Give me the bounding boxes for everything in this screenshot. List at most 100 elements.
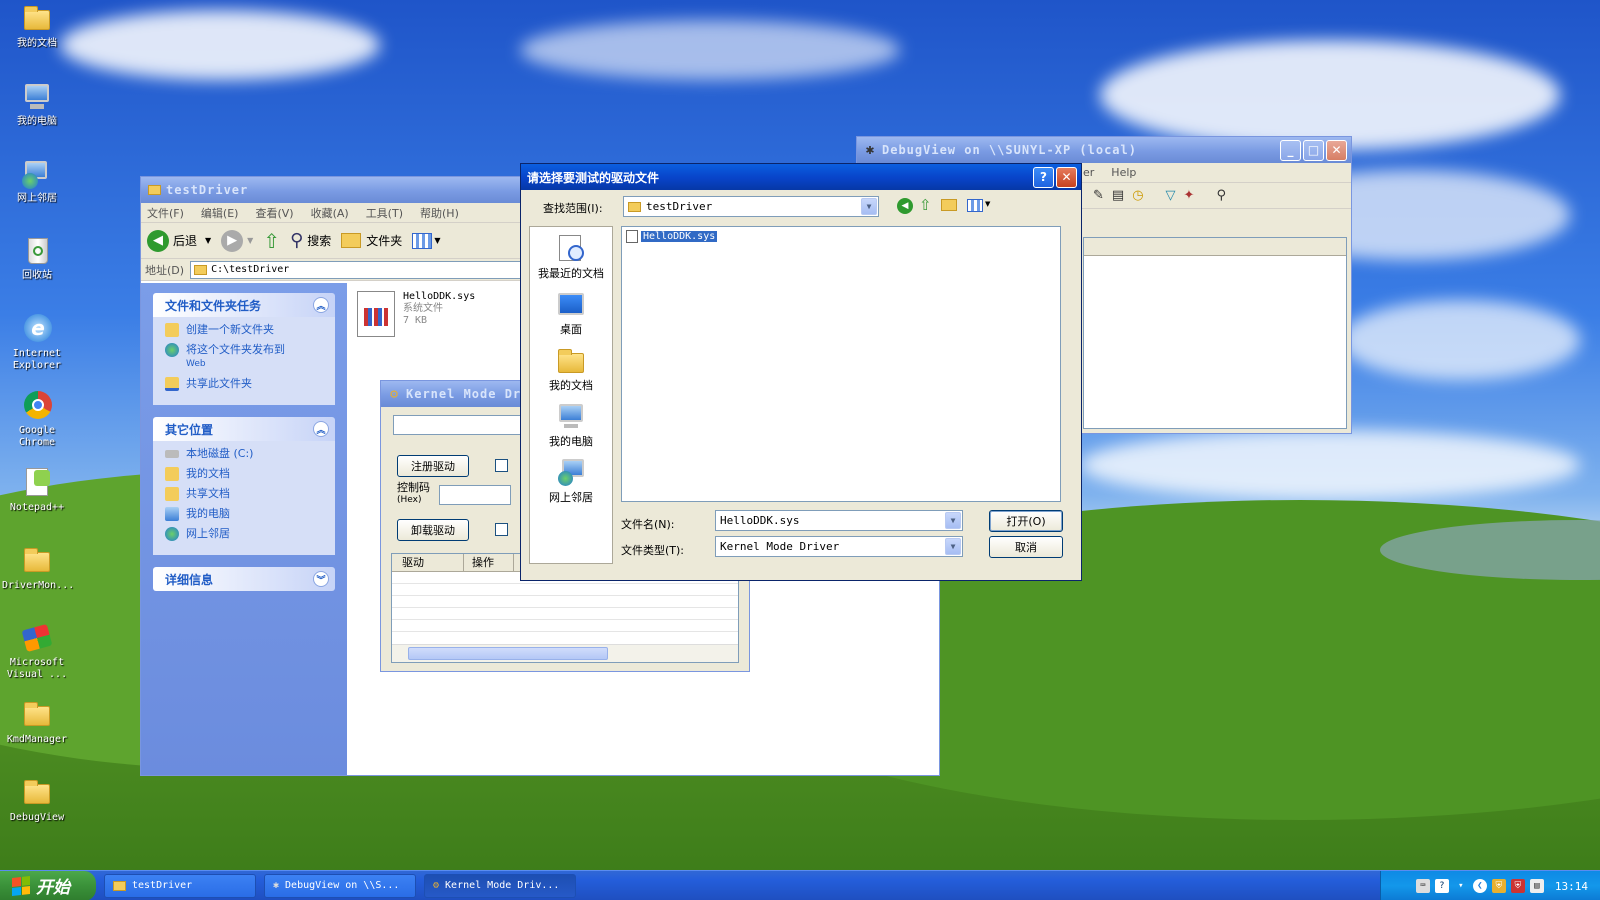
desktop-icon-internet-explorer[interactable]: e Internet Explorer [0,312,74,372]
cancel-button[interactable]: 取消 [989,536,1063,558]
desktop-icon-kmdmanager[interactable]: KmdManager [0,698,74,746]
desktop-icon-drivermon[interactable]: DriverMon... [0,544,74,592]
place-my-computer[interactable]: 我的电脑 [165,507,325,521]
find-icon[interactable]: ⚲ [1216,188,1226,203]
place-my-documents[interactable]: 我的文档 [530,339,612,395]
folder-icon [113,880,126,891]
menu-help[interactable]: 帮助(H) [420,205,459,221]
open-button[interactable]: 打开(O) [989,510,1063,532]
task-share-folder[interactable]: 共享此文件夹 [165,377,325,391]
close-button[interactable]: ✕ [1326,139,1347,161]
edit-filter-icon[interactable]: ✎ [1093,188,1104,203]
driver-path-input[interactable] [393,415,533,435]
filename-combo[interactable]: HelloDDK.sys ▼ [715,510,963,531]
file-folder-tasks-header[interactable]: 文件和文件夹任务 ︽ [153,293,335,317]
look-in-combo[interactable]: testDriver ▼ [623,196,879,217]
file-list[interactable]: HelloDDK.sys [621,226,1061,502]
filetype-combo[interactable]: Kernel Mode Driver ▼ [715,536,963,557]
keyboard-icon[interactable]: ⌨ [1415,879,1430,893]
ioctl-code-input[interactable] [439,485,511,505]
collapse-icon[interactable]: ︽ [313,421,329,437]
clock[interactable]: 13:14 [1555,880,1588,893]
expand-icon[interactable]: ︾ [313,571,329,587]
place-desktop[interactable]: 桌面 [530,283,612,339]
task-publish-web[interactable]: 将这个文件夹发布到 Web [165,343,325,371]
maximize-button[interactable]: □ [1303,139,1324,161]
open-file-dialog[interactable]: 请选择要测试的驱动文件 ? ✕ 查找范围(I): testDriver ▼ ◀ … [520,163,1082,581]
place-my-computer[interactable]: 我的电脑 [530,395,612,451]
desktop-icon-visual-studio[interactable]: Microsoft Visual ... [0,621,74,681]
column-driver[interactable]: 驱动 [392,554,464,571]
desktop-icon-network[interactable]: 网上邻居 [0,157,74,205]
chevron-down-icon[interactable]: ▼ [861,198,877,215]
dialog-titlebar[interactable]: 请选择要测试的驱动文件 ? ✕ [521,164,1081,190]
up-folder-button[interactable]: ⇧ [263,229,280,253]
close-button[interactable]: ✕ [1056,166,1077,188]
desktop-icon-debugview[interactable]: DebugView [0,776,74,824]
menu-partial[interactable]: er [1083,166,1094,179]
register-driver-button[interactable]: 注册驱动 [397,455,469,477]
clock-icon[interactable]: ◷ [1132,188,1143,203]
desktop-icon-google-chrome[interactable]: Google Chrome [0,389,74,449]
menu-file[interactable]: 文件(F) [147,205,184,221]
highlight-icon[interactable]: ✦ [1184,188,1195,203]
search-button[interactable]: ⚲ 搜索 [290,230,331,251]
menu-tools[interactable]: 工具(T) [366,205,403,221]
horizontal-scrollbar[interactable] [392,644,738,662]
place-network[interactable]: 网上邻居 [530,451,612,507]
chevron-down-icon[interactable]: ▼ [945,538,961,555]
forward-button[interactable]: ▶ ▼ [221,229,253,252]
visual-studio-icon [20,621,54,655]
desktop-icon-recycle-bin[interactable]: 回收站 [0,234,74,282]
folders-button[interactable]: 文件夹 [341,232,402,249]
debugview-log-area[interactable] [1083,237,1347,429]
chevron-down-icon[interactable]: ▼ [945,512,961,529]
desktop-icon-my-computer[interactable]: 我的电脑 [0,80,74,128]
desktop-icon-my-documents[interactable]: 我的文档 [0,2,74,50]
place-local-disk[interactable]: 本地磁盘 (C:) [165,447,325,461]
register-checkbox[interactable] [495,459,508,472]
desktop-icon-notepad-plus[interactable]: Notepad++ [0,466,74,514]
place-shared-documents[interactable]: 共享文档 [165,487,325,501]
scrollbar-thumb[interactable] [408,647,608,660]
details-header[interactable]: 详细信息 ︾ [153,567,335,591]
view-menu-icon[interactable] [967,199,983,212]
up-folder-icon[interactable]: ⇧ [919,196,932,214]
new-folder-icon[interactable] [941,199,957,211]
debugview-titlebar[interactable]: ✱ DebugView on \\SUNYL-XP (local) _ □ ✕ [857,137,1351,163]
menu-edit[interactable]: 编辑(E) [201,205,239,221]
dropdown-arrow-icon[interactable]: ▼ [985,200,990,208]
chevron-down-icon[interactable]: ▾ [1454,879,1468,893]
taskbar-button-debugview[interactable]: ✱ DebugView on \\S... [264,873,416,898]
views-button[interactable]: ▼ [412,232,440,249]
taskbar-button-kernel-mode-driver[interactable]: ⚙ Kernel Mode Driv... [424,873,576,898]
capture-icon[interactable]: ▤ [1112,188,1124,203]
file-list-item[interactable]: HelloDDK.sys [626,230,718,243]
menu-favorites[interactable]: 收藏(A) [311,205,349,221]
taskbar-button-testdriver[interactable]: testDriver [104,873,256,898]
back-button[interactable]: ◀ 后退 ▼ [147,229,211,252]
place-recent-documents[interactable]: 我最近的文档 [530,227,612,283]
other-places-header[interactable]: 其它位置 ︽ [153,417,335,441]
shield-icon[interactable]: ⛨ [1491,879,1506,893]
place-my-documents[interactable]: 我的文档 [165,467,325,481]
file-item[interactable]: HelloDDK.sys 系统文件 7 KB [357,291,475,337]
column-operation[interactable]: 操作 [464,554,514,571]
expand-tray-icon[interactable]: ❮ [1472,879,1487,893]
help-button[interactable]: ? [1033,166,1054,188]
help-icon[interactable]: ? [1434,879,1449,893]
security-alert-icon[interactable]: ⛨ [1510,879,1525,893]
menu-view[interactable]: 查看(V) [255,205,293,221]
dropdown-arrow-icon[interactable]: ▼ [205,236,211,245]
start-button[interactable]: 开始 [0,870,96,900]
unload-checkbox[interactable] [495,523,508,536]
back-icon[interactable]: ◀ [897,198,913,214]
input-method-icon[interactable]: ▤ [1529,879,1544,893]
unload-driver-button[interactable]: 卸载驱动 [397,519,469,541]
minimize-button[interactable]: _ [1280,139,1301,161]
task-new-folder[interactable]: 创建一个新文件夹 [165,323,325,337]
place-network[interactable]: 网上邻居 [165,527,325,541]
filter-icon[interactable]: ▽ [1166,188,1176,203]
collapse-icon[interactable]: ︽ [313,297,329,313]
menu-help[interactable]: Help [1111,166,1136,179]
